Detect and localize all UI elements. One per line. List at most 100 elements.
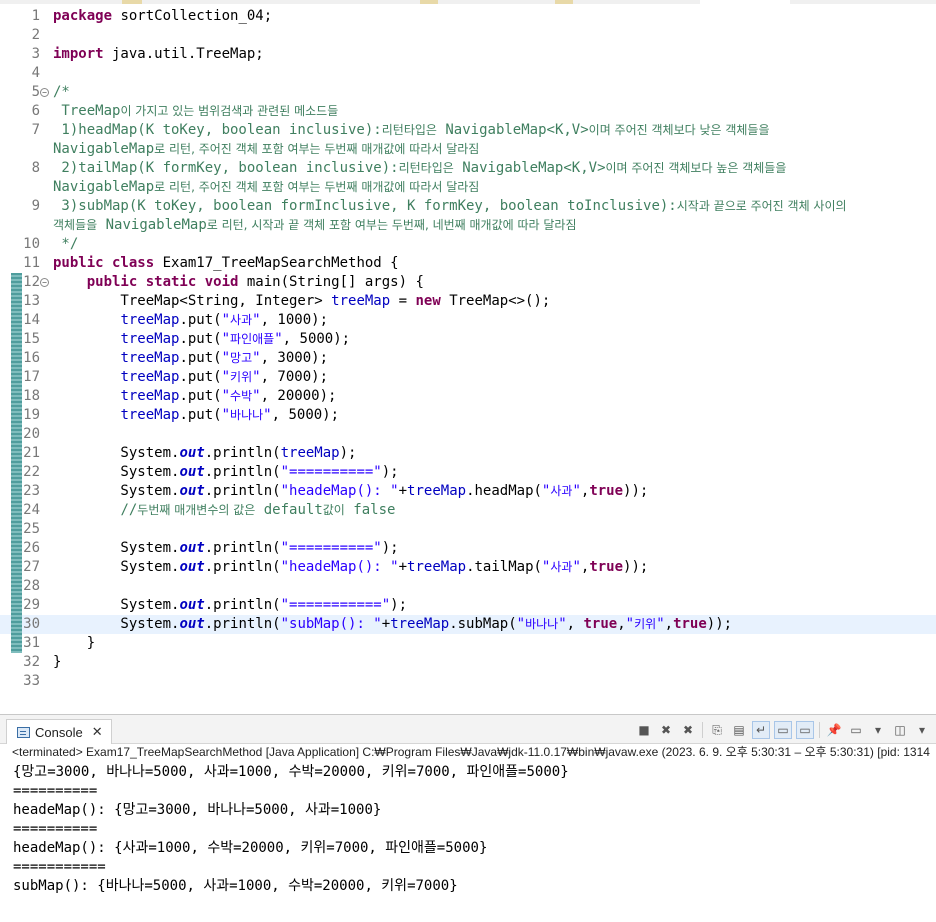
console-output-line: headeMap(): {망고=3000, 바나나=5000, 사과=1000} bbox=[13, 802, 382, 818]
code-text: System.out.println("==========="); bbox=[53, 597, 408, 613]
console-output-line: headeMap(): {사과=1000, 수박=20000, 키위=7000,… bbox=[13, 840, 488, 856]
terminate-icon[interactable]: ■ bbox=[636, 722, 652, 738]
code-text: treeMap.put("수박", 20000); bbox=[120, 388, 337, 404]
dropdown-icon[interactable]: ▾ bbox=[870, 722, 886, 738]
toolbar-separator bbox=[819, 722, 820, 738]
code-line[interactable]: 27 System.out.println("headeMap(): "+tre… bbox=[0, 558, 936, 577]
code-line[interactable]: 20 bbox=[0, 425, 936, 444]
code-line[interactable]: 5−/* bbox=[0, 83, 936, 102]
code-line[interactable]: 4 bbox=[0, 64, 936, 83]
line-number: 33 bbox=[23, 673, 40, 689]
code-line[interactable]: 22 System.out.println("=========="); bbox=[0, 463, 936, 482]
code-line[interactable]: 15 treeMap.put("파인애플", 5000); bbox=[0, 330, 936, 349]
tab-console[interactable]: Console ✕ bbox=[6, 719, 112, 744]
show-stdout-icon[interactable]: ▭ bbox=[774, 721, 792, 739]
line-number: 32 bbox=[23, 654, 40, 670]
code-text: System.out.println("subMap(): "+treeMap.… bbox=[53, 616, 733, 632]
current-line[interactable]: 30 System.out.println("subMap(): "+treeM… bbox=[0, 615, 936, 634]
code-text: System.out.println(treeMap); bbox=[53, 445, 357, 461]
tab-console-label: Console bbox=[35, 724, 83, 740]
code-text: NavigableMap로 리턴, 주어진 객체 포함 여부는 두번째 매개값에… bbox=[53, 179, 480, 195]
code-text: System.out.println("headeMap(): "+treeMa… bbox=[53, 483, 649, 499]
code-text: */ bbox=[53, 236, 79, 252]
code-text: System.out.println("headeMap(): "+treeMa… bbox=[53, 559, 649, 575]
code-line[interactable]: 25 bbox=[0, 520, 936, 539]
code-text: } bbox=[53, 635, 96, 651]
code-text: /* bbox=[53, 84, 70, 100]
line-number: 7 bbox=[31, 122, 40, 138]
code-line[interactable]: 29 System.out.println("==========="); bbox=[0, 596, 936, 615]
code-text: treeMap.put("파인애플", 5000); bbox=[120, 331, 351, 347]
code-line[interactable]: NavigableMap로 리턴, 주어진 객체 포함 여부는 두번째 매개값에… bbox=[0, 140, 936, 159]
show-stderr-icon[interactable]: ▭ bbox=[796, 721, 814, 739]
console-output-line: ========== bbox=[13, 821, 98, 837]
code-line[interactable]: 23 System.out.println("headeMap(): "+tre… bbox=[0, 482, 936, 501]
code-text: 3)subMap(K toKey, boolean formInclusive,… bbox=[53, 198, 847, 214]
remove-all-terminated-icon[interactable]: ✖ bbox=[680, 722, 696, 738]
code-line[interactable]: 객체들을 NavigableMap로 리턴, 시작과 끝 객체 포함 여부는 두… bbox=[0, 216, 936, 235]
code-line[interactable]: 7 1)headMap(K toKey, boolean inclusive):… bbox=[0, 121, 936, 140]
scroll-lock-icon[interactable]: ▤ bbox=[731, 722, 747, 738]
remove-launch-icon[interactable]: ✖ bbox=[658, 722, 674, 738]
code-line[interactable]: 3 import java.util.TreeMap; bbox=[0, 45, 936, 64]
code-line[interactable]: 19 treeMap.put("바나나", 5000); bbox=[0, 406, 936, 425]
code-line[interactable]: NavigableMap로 리턴, 주어진 객체 포함 여부는 두번째 매개값에… bbox=[0, 178, 936, 197]
code-line[interactable]: 21 System.out.println(treeMap); bbox=[0, 444, 936, 463]
code-line[interactable]: 6 TreeMap이 가지고 있는 범위검색과 관련된 메소드들 bbox=[0, 102, 936, 121]
code-line[interactable]: 2 bbox=[0, 26, 936, 45]
line-number: 3 bbox=[31, 46, 40, 62]
code-text: TreeMap<String, Integer> treeMap = new T… bbox=[53, 293, 551, 309]
line-number: 2 bbox=[31, 27, 40, 43]
change-marker-bar bbox=[11, 273, 22, 653]
console-output-line: {망고=3000, 바나나=5000, 사과=1000, 수박=20000, 키… bbox=[13, 764, 569, 780]
code-line[interactable]: 12− public static void main(String[] arg… bbox=[0, 273, 936, 292]
code-text: System.out.println("=========="); bbox=[53, 540, 399, 556]
code-line[interactable]: 8 2)tailMap(K formKey, boolean inclusive… bbox=[0, 159, 936, 178]
console-toolbar: ■ ✖ ✖ ⎘ ▤ ↵ ▭ ▭ 📌 ▭ ▾ ◫ ▾ bbox=[636, 721, 936, 739]
code-line[interactable]: 10 */ bbox=[0, 235, 936, 254]
code-line[interactable]: 26 System.out.println("=========="); bbox=[0, 539, 936, 558]
word-wrap-icon[interactable]: ↵ bbox=[752, 721, 770, 739]
display-console-icon[interactable]: ▭ bbox=[848, 722, 864, 738]
line-number: 1 bbox=[31, 8, 40, 24]
code-text: import java.util.TreeMap; bbox=[53, 46, 264, 62]
code-line[interactable]: 17 treeMap.put("키위", 7000); bbox=[0, 368, 936, 387]
code-line[interactable]: 13 TreeMap<String, Integer> treeMap = ne… bbox=[0, 292, 936, 311]
close-icon[interactable]: ✕ bbox=[92, 724, 103, 740]
line-number: 4 bbox=[31, 65, 40, 81]
code-text: System.out.println("=========="); bbox=[53, 464, 399, 480]
dropdown-icon-2[interactable]: ▾ bbox=[914, 722, 930, 738]
console-output[interactable]: {망고=3000, 바나나=5000, 사과=1000, 수박=20000, 키… bbox=[13, 763, 569, 896]
copy-icon[interactable]: ⎘ bbox=[709, 722, 725, 738]
line-number: 11 bbox=[23, 255, 40, 271]
code-line[interactable]: 14 treeMap.put("사과", 1000); bbox=[0, 311, 936, 330]
pin-console-icon[interactable]: 📌 bbox=[826, 722, 842, 738]
line-number: 10 bbox=[23, 236, 40, 252]
code-text: public class Exam17_TreeMapSearchMethod … bbox=[53, 255, 399, 271]
console-output-line: subMap(): {바나나=5000, 사과=1000, 수박=20000, … bbox=[13, 878, 458, 894]
fold-toggle-icon[interactable]: − bbox=[40, 88, 49, 97]
new-console-icon[interactable]: ◫ bbox=[892, 722, 908, 738]
line-number: 5 bbox=[31, 84, 40, 100]
code-text: public static void main(String[] args) { bbox=[86, 274, 424, 290]
code-text: //두번째 매개변수의 값은 default값이 false bbox=[120, 502, 396, 518]
code-text: treeMap.put("바나나", 5000); bbox=[120, 407, 340, 423]
code-text: TreeMap이 가지고 있는 범위검색과 관련된 메소드들 bbox=[53, 103, 339, 119]
toolbar-separator bbox=[702, 722, 703, 738]
code-line[interactable]: 9 3)subMap(K toKey, boolean formInclusiv… bbox=[0, 197, 936, 216]
code-editor[interactable]: 1 package sortCollection_04; 2 3 import java… bbox=[0, 4, 936, 714]
code-text: treeMap.put("키위", 7000); bbox=[120, 369, 329, 385]
code-line[interactable]: 33 bbox=[0, 672, 936, 691]
code-line[interactable]: 18 treeMap.put("수박", 20000); bbox=[0, 387, 936, 406]
line-number: 6 bbox=[31, 103, 40, 119]
code-line[interactable]: 24 //두번째 매개변수의 값은 default값이 false bbox=[0, 501, 936, 520]
code-line[interactable]: 11 public class Exam17_TreeMapSearchMetho… bbox=[0, 254, 936, 273]
code-line[interactable]: 32} bbox=[0, 653, 936, 672]
fold-toggle-icon[interactable]: − bbox=[40, 278, 49, 287]
code-line[interactable]: 1 package sortCollection_04; bbox=[0, 7, 936, 26]
code-line[interactable]: 16 treeMap.put("망고", 3000); bbox=[0, 349, 936, 368]
console-icon bbox=[17, 726, 30, 738]
code-line[interactable]: 28 bbox=[0, 577, 936, 596]
code-text: 객체들을 NavigableMap로 리턴, 시작과 끝 객체 포함 여부는 두… bbox=[53, 217, 577, 233]
code-line[interactable]: 31 } bbox=[0, 634, 936, 653]
